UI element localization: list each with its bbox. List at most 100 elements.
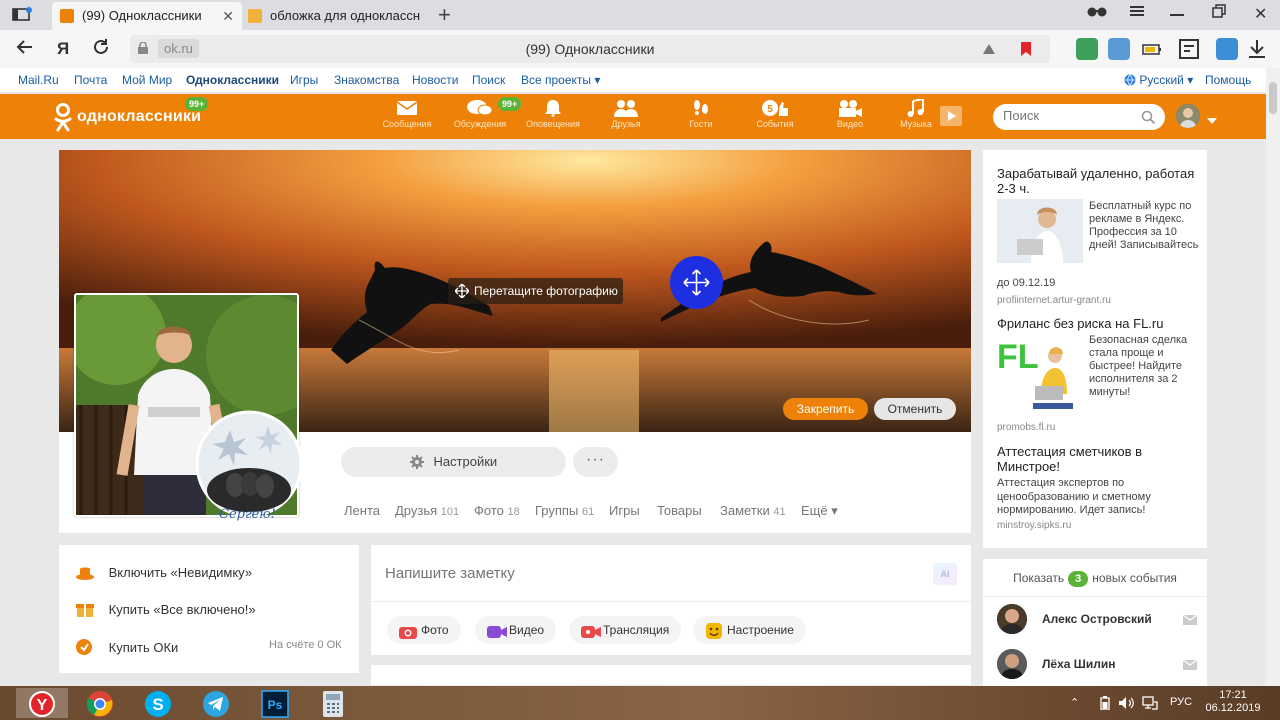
restore-icon[interactable] (1212, 4, 1226, 22)
new-tab-icon[interactable]: + (438, 2, 451, 28)
cancel-cover-button[interactable]: Отменить (874, 398, 956, 420)
link-novosti[interactable]: Новости (412, 73, 458, 87)
nav-messages[interactable]: Сообщения (371, 99, 443, 129)
all-inclusive-item[interactable]: Купить «Все включено!» (75, 600, 256, 618)
page-scrollbar[interactable] (1266, 68, 1280, 686)
battery-tray-icon[interactable] (1100, 696, 1110, 713)
close-tab-icon[interactable]: ✕ (222, 2, 234, 30)
shield-extension-icon[interactable] (1076, 38, 1098, 60)
link-mailru[interactable]: Mail.Ru (18, 73, 59, 87)
link-help[interactable]: Помощь (1205, 73, 1251, 87)
calculator-taskbar-button[interactable] (307, 688, 359, 718)
ad-image[interactable]: FL (997, 334, 1083, 420)
link-igry[interactable]: Игры (290, 73, 318, 87)
tab-photos[interactable]: Фото 18 (474, 503, 520, 518)
nav-friends[interactable]: Друзья (590, 99, 662, 129)
network-tray-icon[interactable] (1142, 696, 1158, 713)
ad-title[interactable]: Фриланс без риска на FL.ru (997, 316, 1197, 331)
tray-expand-icon[interactable]: ⌃ (1070, 696, 1079, 709)
nav-notifications[interactable]: Оповещения (517, 99, 589, 129)
profile-menu-chevron-icon[interactable] (1207, 113, 1217, 127)
incognito-glasses-icon[interactable] (1086, 4, 1108, 22)
ad-url[interactable]: promobs.fl.ru (997, 422, 1055, 433)
volume-tray-icon[interactable] (1118, 696, 1134, 713)
link-all-projects[interactable]: Все проекты ▾ (521, 73, 600, 87)
friend-name[interactable]: Лёха Шилин (1042, 657, 1115, 671)
yandex-browser-taskbar-button[interactable]: Y (16, 688, 68, 718)
tab-label: Товары (657, 503, 702, 518)
message-envelope-icon[interactable] (1182, 659, 1198, 673)
pin-cover-button[interactable]: Закрепить (783, 398, 868, 420)
show-new-events-button[interactable]: Показать 3 новых события (983, 559, 1207, 597)
tab-feed[interactable]: Лента (344, 503, 380, 518)
bookmark-icon[interactable] (1020, 41, 1032, 60)
buy-ok-item[interactable]: Купить ОКи (75, 638, 178, 656)
tab-cover-search[interactable]: обложка для одноклассн (240, 2, 428, 30)
ad-url[interactable]: minstroy.sipks.ru (997, 520, 1071, 531)
tab-games[interactable]: Игры (609, 503, 640, 518)
photoshop-taskbar-button[interactable]: Ps (249, 688, 301, 718)
url-field[interactable]: ok.ru (99) Одноклассники (130, 35, 1050, 63)
language-indicator[interactable]: РУС (1170, 696, 1192, 708)
menu-icon[interactable] (1130, 4, 1144, 22)
link-poisk[interactable]: Поиск (472, 73, 505, 87)
tab-odnoklassniki[interactable]: (99) Одноклассники ✕ (52, 2, 242, 30)
scrollbar-thumb[interactable] (1269, 82, 1277, 114)
translate-icon[interactable] (982, 42, 996, 59)
telegram-taskbar-button[interactable] (190, 688, 242, 718)
friend-avatar[interactable] (997, 604, 1027, 634)
link-odnoklassniki[interactable]: Одноклассники (186, 73, 279, 87)
battery-extension-icon[interactable] (1141, 38, 1163, 60)
clock[interactable]: 17:21 06.12.2019 (1203, 689, 1263, 715)
tab-friends[interactable]: Друзья 101 (395, 503, 459, 518)
download-icon[interactable] (1246, 38, 1268, 60)
friend-row[interactable]: Алекс Островский (997, 604, 1198, 634)
ad-image[interactable] (997, 199, 1083, 263)
tab-more[interactable]: Ещё ▾ (801, 503, 838, 519)
search-box[interactable] (993, 104, 1165, 130)
profile-more-button[interactable]: ··· (573, 447, 618, 477)
ok-header: одноклассники 99+ Сообщения Обсуждения 9… (0, 94, 1266, 139)
friend-row[interactable]: Лёха Шилин (997, 649, 1198, 679)
live-stream-button[interactable]: Трансляция (569, 616, 682, 644)
search-icon[interactable] (1141, 110, 1156, 127)
music-play-icon[interactable] (940, 106, 962, 126)
notes-extension-icon[interactable] (1178, 38, 1200, 60)
tab-groups[interactable]: Группы 61 (535, 503, 594, 518)
yandex-logo-icon[interactable]: Я (57, 39, 69, 59)
mood-button[interactable]: Настроение (693, 616, 806, 644)
message-envelope-icon[interactable] (1182, 614, 1198, 628)
link-moi-mir[interactable]: Мой Мир (122, 73, 172, 87)
ad-title[interactable]: Аттестация сметчиков в Минстрое! (997, 444, 1197, 474)
invisible-mode-item[interactable]: Включить «Невидимку» (75, 563, 252, 581)
chrome-taskbar-button[interactable] (74, 688, 126, 718)
ad-title[interactable]: Зарабатывай удаленно, работая 2-3 ч. (997, 166, 1197, 196)
search-input[interactable] (1003, 108, 1133, 123)
nav-discussions[interactable]: Обсуждения 99+ (444, 97, 522, 129)
language-selector[interactable]: Русский ▾ (1124, 73, 1193, 87)
tab-goods[interactable]: Товары (657, 503, 702, 518)
close-window-icon[interactable]: ✕ (1254, 4, 1267, 24)
add-video-button[interactable]: Видео (475, 616, 557, 644)
friend-name[interactable]: Алекс Островский (1042, 612, 1152, 626)
screenshot-extension-icon[interactable] (1216, 38, 1238, 60)
adblock-extension-icon[interactable] (1108, 38, 1130, 60)
ad-url[interactable]: profiinternet.artur-grant.ru (997, 295, 1111, 306)
link-pochta[interactable]: Почта (74, 73, 107, 87)
tab-notes[interactable]: Заметки 41 (720, 503, 786, 518)
header-avatar[interactable] (1176, 104, 1200, 128)
note-input[interactable] (385, 565, 905, 582)
nav-events[interactable]: 5 События (739, 99, 811, 129)
profile-settings-button[interactable]: Настройки (341, 447, 566, 477)
link-znakomstva[interactable]: Знакомства (334, 73, 399, 87)
friend-avatar[interactable] (997, 649, 1027, 679)
nav-video[interactable]: Видео (814, 99, 886, 129)
skype-taskbar-button[interactable]: S (132, 688, 184, 718)
reload-icon[interactable] (92, 38, 110, 61)
tabs-panel-icon[interactable] (12, 7, 32, 23)
back-arrow-icon[interactable] (16, 38, 34, 61)
add-photo-button[interactable]: Фото (387, 616, 461, 644)
minimize-icon[interactable] (1170, 4, 1184, 22)
ai-assistant-icon[interactable]: AI (933, 563, 957, 585)
nav-guests[interactable]: Гости (665, 99, 737, 129)
